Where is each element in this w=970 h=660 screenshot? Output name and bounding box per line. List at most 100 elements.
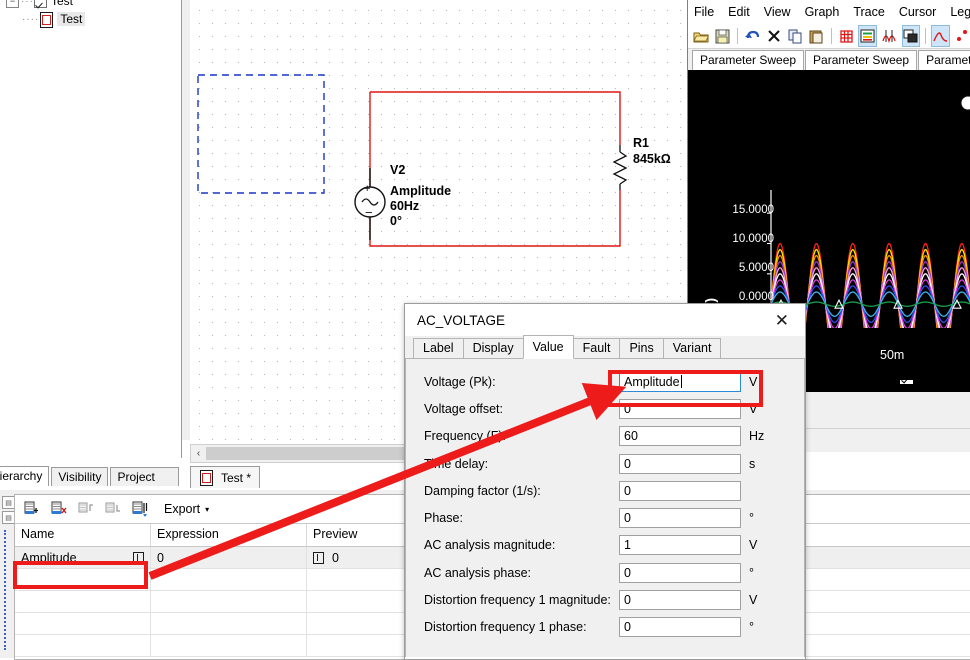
tab-parameter-sweep-3[interactable]: Parameter Sweep <box>918 50 970 70</box>
menu-legend[interactable]: Legend <box>950 5 970 19</box>
close-icon[interactable]: ✕ <box>769 310 795 331</box>
tab-fault-text: Fault <box>583 341 611 355</box>
cell-empty <box>151 569 307 591</box>
tab-label-text: Label <box>423 341 454 355</box>
tree-item-label: Test <box>57 12 85 26</box>
resistor-refdes-label: R1 <box>633 136 649 150</box>
label-distortion1-phase: Distortion frequency 1 phase: <box>424 620 619 634</box>
legend-icon[interactable] <box>858 25 877 47</box>
label-ac-phase: AC analysis phase: <box>424 566 619 580</box>
input-frequency[interactable]: 60 <box>619 426 741 446</box>
toolbar-separator <box>925 28 926 44</box>
copy-icon[interactable] <box>786 25 805 47</box>
unit-ac-magnitude: V <box>741 538 771 552</box>
column-header-name[interactable]: Name <box>15 524 151 546</box>
menu-cursor[interactable]: Cursor <box>899 5 937 19</box>
tab-parameter-sweep-2[interactable]: Parameter Sweep <box>805 50 917 70</box>
tab-visibility[interactable]: Visibility <box>51 467 108 486</box>
export-button[interactable]: Export ▾ <box>164 502 209 516</box>
source-value-label: Amplitude <box>390 184 451 198</box>
tab-visibility-label: Visibility <box>58 470 101 484</box>
input-distortion1-magnitude[interactable]: 0 <box>619 590 741 610</box>
grapher-toolbar <box>688 24 970 49</box>
cell-empty <box>307 635 417 657</box>
component-properties-dialog: AC_VOLTAGE ✕ Label Display Value Fault P… <box>404 303 806 660</box>
menu-edit[interactable]: Edit <box>728 5 750 19</box>
panel-resize-handle[interactable] <box>4 530 9 650</box>
cell-empty <box>15 591 151 613</box>
trace-properties-icon[interactable] <box>931 25 950 47</box>
tab-label[interactable]: Label <box>413 338 464 358</box>
resistor-value-label: 845kΩ <box>633 152 671 166</box>
delete-variable-icon[interactable] <box>50 500 69 518</box>
label-distortion1-magnitude: Distortion frequency 1 magnitude: <box>424 593 619 607</box>
input-ac-magnitude[interactable]: 1 <box>619 535 741 555</box>
tree-item-design-root[interactable]: − ··· Test <box>0 0 181 10</box>
add-variable-icon[interactable] <box>23 500 42 518</box>
input-distortion1-phase[interactable]: 0 <box>619 617 741 637</box>
highlight-box-amplitude-row <box>13 561 148 589</box>
tab-value[interactable]: Value <box>523 335 574 359</box>
unit-ac-phase: ° <box>741 566 771 580</box>
scroll-left-arrow[interactable]: ‹ <box>191 448 206 459</box>
open-folder-icon[interactable] <box>692 25 711 47</box>
tab-pins[interactable]: Pins <box>619 338 663 358</box>
dialog-title: AC_VOLTAGE <box>417 313 505 328</box>
input-time-delay[interactable]: 0 <box>619 454 741 474</box>
tab-display[interactable]: Display <box>463 338 524 358</box>
column-header-expression[interactable]: Expression <box>151 524 307 546</box>
label-ac-magnitude: AC analysis magnitude: <box>424 538 619 552</box>
field-row-ac-phase: AC analysis phase: 0 ° <box>406 559 804 586</box>
grid-icon[interactable] <box>837 25 856 47</box>
column-header-preview[interactable]: Preview <box>307 524 417 546</box>
tab-hierarchy[interactable]: Hierarchy <box>0 466 49 486</box>
source-frequency-label: 60Hz <box>390 199 419 213</box>
unit-frequency: Hz <box>741 429 771 443</box>
tab-project-view[interactable]: Project View <box>110 467 179 486</box>
tree-item-sheet[interactable]: ···· Test <box>0 10 181 28</box>
points-icon[interactable] <box>953 25 970 47</box>
tab-display-text: Display <box>473 341 514 355</box>
panel-left-rail: ▤ ▤ <box>0 494 14 658</box>
menu-graph[interactable]: Graph <box>805 5 840 19</box>
field-row-phase: Phase: 0 ° <box>406 504 804 531</box>
sheet-tab-test[interactable]: Test * <box>190 466 260 488</box>
cell-empty <box>307 569 417 591</box>
move-down-icon[interactable] <box>104 500 123 518</box>
left-panel-tabs: Hierarchy Visibility Project View <box>0 466 181 486</box>
source-refdes-label: V2 <box>390 163 405 177</box>
menu-trace[interactable]: Trace <box>853 5 885 19</box>
tab-parameter-sweep-1[interactable]: Parameter Sweep <box>692 50 804 70</box>
tab-variant[interactable]: Variant <box>663 338 722 358</box>
move-up-icon[interactable] <box>77 500 96 518</box>
overlay-traces-icon[interactable] <box>902 25 921 47</box>
save-icon[interactable] <box>714 25 733 47</box>
analysis-tabs: Parameter Sweep Parameter Sweep Paramete… <box>688 49 970 70</box>
field-row-time-delay: Time delay: 0 s <box>406 450 804 477</box>
input-damping-factor[interactable]: 0 <box>619 481 741 501</box>
field-row-distortion1-phase: Distortion frequency 1 phase: 0 ° <box>406 614 804 641</box>
unit-distortion1-phase: ° <box>741 620 771 634</box>
edit-variable-icon[interactable] <box>131 500 150 518</box>
dialog-titlebar: AC_VOLTAGE ✕ <box>405 304 805 336</box>
paste-icon[interactable] <box>808 25 827 47</box>
input-phase[interactable]: 0 <box>619 508 741 528</box>
menu-file[interactable]: File <box>694 5 714 19</box>
visibility-checkbox[interactable] <box>34 0 47 8</box>
collapse-icon[interactable]: − <box>6 0 19 8</box>
field-row-frequency: Frequency (F): 60 Hz <box>406 423 804 450</box>
cell-empty <box>151 635 307 657</box>
undo-icon[interactable] <box>743 25 762 47</box>
schematic-document-icon <box>199 470 213 485</box>
export-label: Export <box>164 502 200 516</box>
delete-icon[interactable] <box>764 25 783 47</box>
input-ac-phase[interactable]: 0 <box>619 563 741 583</box>
preview-editor-icon[interactable] <box>313 552 324 564</box>
cell-empty <box>307 613 417 635</box>
menu-view[interactable]: View <box>764 5 791 19</box>
tab-fault[interactable]: Fault <box>573 338 621 358</box>
cell-empty <box>151 613 307 635</box>
field-row-damping-factor: Damping factor (1/s): 0 <box>406 477 804 504</box>
cursors-icon[interactable] <box>880 25 899 47</box>
schematic-document-icon <box>39 12 53 27</box>
